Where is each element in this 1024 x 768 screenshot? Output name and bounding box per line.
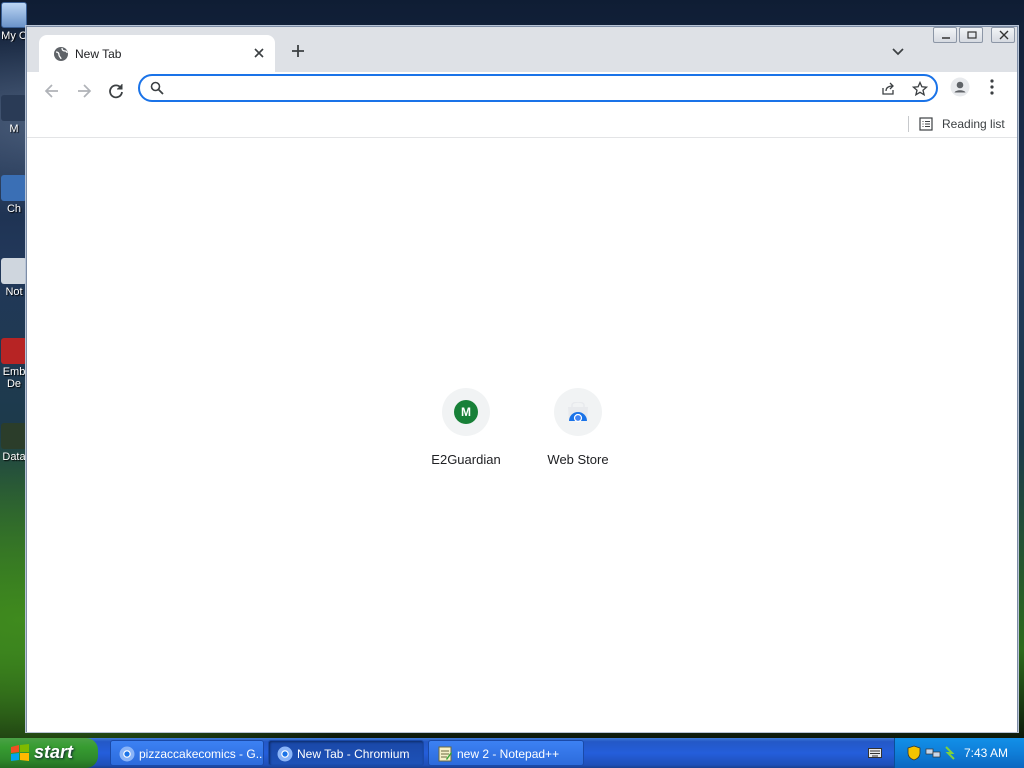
system-tray: 7:43 AM [894, 738, 1024, 768]
desktop-icon-5[interactable]: Emb De [0, 338, 28, 390]
taskbar-item-new-tab-chromium[interactable]: New Tab - Chromium [268, 740, 424, 766]
web-store-icon [568, 402, 588, 422]
new-tab-page: M E2Guardian Web Store [27, 138, 1017, 732]
more-vert-icon[interactable] [987, 78, 997, 96]
shortcut-web-store[interactable]: Web Store [522, 388, 634, 484]
shortcut-title: E2Guardian [431, 452, 501, 467]
my-computer-icon [1, 2, 27, 28]
close-icon [999, 30, 1009, 40]
reading-list-label: Reading list [942, 117, 1005, 131]
tab-new-tab[interactable]: New Tab [39, 35, 275, 72]
shortcut-icon-circle: M [442, 388, 490, 436]
desktop-icon-3[interactable]: Ch [0, 175, 28, 215]
tab-strip[interactable]: New Tab [27, 27, 1017, 72]
app-icon [1, 423, 27, 449]
globe-icon [54, 47, 68, 61]
address-bar[interactable] [138, 74, 938, 102]
power-icon[interactable] [943, 745, 957, 761]
tab-title: New Tab [75, 47, 122, 61]
desktop-icon-6[interactable]: Data [0, 423, 28, 463]
forward-arrow-icon[interactable] [73, 80, 95, 102]
reading-list-icon [919, 117, 933, 131]
app-icon [1, 175, 27, 201]
app-icon [1, 258, 27, 284]
network-icon[interactable] [925, 746, 941, 760]
windows-flag-icon [11, 744, 29, 761]
shortcut-e2guardian[interactable]: M E2Guardian [410, 388, 522, 484]
minimize-icon [942, 37, 950, 39]
bookmark-star-icon[interactable] [912, 81, 928, 97]
app-icon [1, 95, 27, 121]
start-button[interactable]: start [0, 738, 98, 768]
keyboard-layout-icon[interactable] [868, 747, 882, 759]
desktop-icon-2[interactable]: M [0, 95, 28, 135]
bookmark-bar-divider [908, 116, 909, 132]
taskbar-item-notepad[interactable]: new 2 - Notepad++ [428, 740, 584, 766]
profile-avatar-icon[interactable] [950, 77, 970, 97]
taskbar-item-label: pizzaccakecomics - G... [139, 747, 264, 761]
shortcut-title: Web Store [547, 452, 609, 467]
back-arrow-icon[interactable] [41, 80, 63, 102]
restore-icon [967, 31, 977, 39]
shortcut-icon-circle [554, 388, 602, 436]
close-window-button[interactable] [991, 27, 1015, 43]
desktop-icon-label: Data [2, 451, 26, 463]
desktop-icon-label: De [6, 378, 22, 390]
reading-list-button[interactable]: Reading list [919, 115, 1005, 133]
minimize-button[interactable] [933, 27, 957, 43]
share-icon[interactable] [880, 81, 896, 97]
notepad-icon [438, 746, 452, 762]
taskbar-item-label: New Tab - Chromium [297, 747, 410, 761]
desktop-icon-label: Not [5, 286, 23, 298]
reload-icon[interactable] [105, 80, 127, 102]
restore-button[interactable] [959, 27, 983, 43]
security-shield-icon[interactable] [907, 745, 921, 761]
taskbar-item-pizzaccakecomics[interactable]: pizzaccakecomics - G... [110, 740, 264, 766]
browser-window: New Tab Reading list M E2Guardian Web St… [26, 26, 1018, 732]
start-label: start [34, 742, 74, 762]
clock: 7:43 AM [963, 746, 1008, 760]
taskbar: start pizzaccakecomics - G... New Tab - … [0, 738, 1024, 768]
desktop-icon-label: Emb [2, 366, 26, 378]
chromium-icon [119, 746, 135, 762]
desktop-icon-label: M [9, 123, 19, 135]
app-icon [1, 338, 27, 364]
search-icon [150, 81, 164, 95]
bookmark-bar: Reading list [27, 110, 1017, 138]
desktop-icon-4[interactable]: Not [0, 258, 28, 298]
window-controls [931, 27, 1015, 45]
desktop-icon-my-computer[interactable]: My C [0, 2, 28, 42]
new-tab-button[interactable] [290, 43, 306, 59]
desktop-icon-label: My C [1, 30, 27, 42]
browser-toolbar [27, 72, 1017, 110]
taskbar-item-label: new 2 - Notepad++ [457, 747, 560, 761]
omnibox-input[interactable] [174, 79, 864, 97]
close-tab-icon[interactable] [251, 45, 267, 61]
e2guardian-favicon-icon: M [454, 400, 478, 424]
chromium-icon [277, 746, 293, 762]
chevron-down-icon[interactable] [891, 45, 905, 59]
desktop-icon-label: Ch [6, 203, 22, 215]
